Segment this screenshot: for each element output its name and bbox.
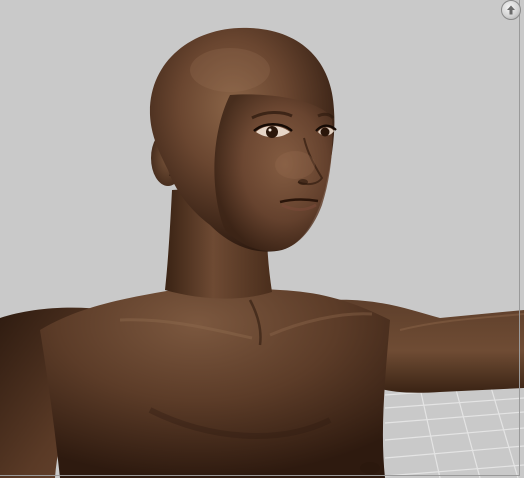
torso: [40, 285, 390, 478]
viewport-nav-button[interactable]: [501, 0, 521, 20]
arrow-up-icon: [507, 5, 515, 15]
3d-viewport[interactable]: [0, 0, 524, 478]
scene-render: [0, 0, 524, 478]
